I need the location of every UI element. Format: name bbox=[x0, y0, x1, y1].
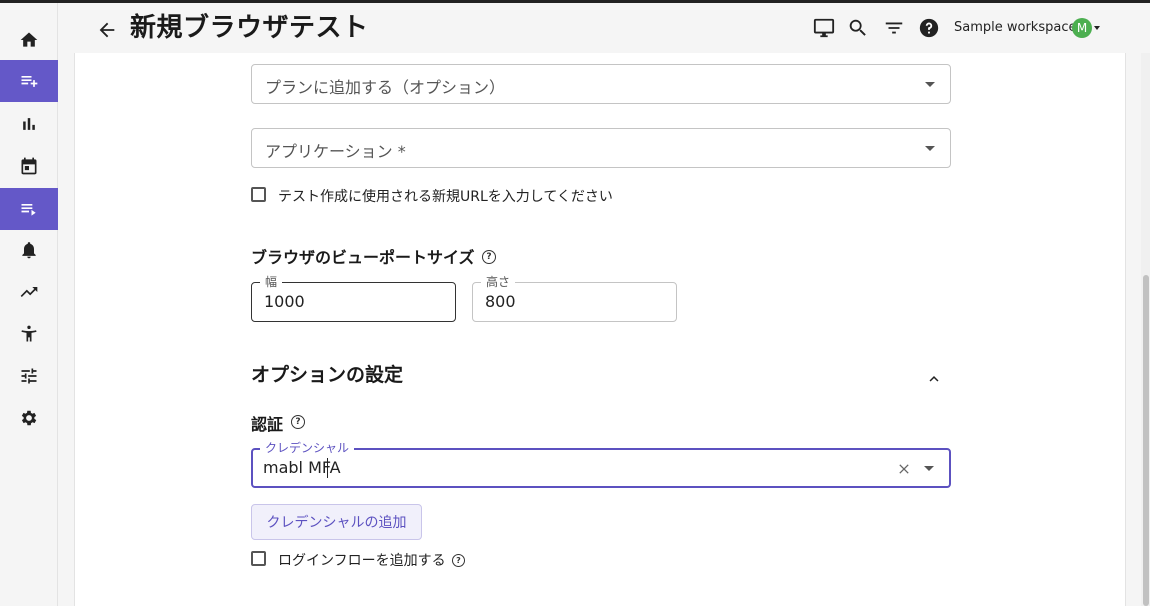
sidebar-item-accessibility[interactable] bbox=[0, 313, 58, 355]
sidebar-item-new-test[interactable] bbox=[0, 60, 58, 102]
width-value[interactable]: 1000 bbox=[264, 292, 305, 311]
help-icon[interactable]: ? bbox=[452, 554, 465, 567]
bar-chart-icon bbox=[23, 118, 35, 130]
calendar-icon bbox=[21, 157, 37, 175]
login-flow-checkbox-label: ログインフローを追加する bbox=[278, 553, 446, 569]
home-icon bbox=[20, 32, 38, 47]
help-icon[interactable]: ? bbox=[482, 250, 496, 264]
chevron-down-icon[interactable] bbox=[925, 82, 935, 87]
back-arrow-icon[interactable] bbox=[96, 19, 118, 41]
chevron-down-icon[interactable] bbox=[1094, 26, 1100, 30]
help-circle-icon[interactable] bbox=[918, 17, 940, 39]
avatar[interactable]: M bbox=[1072, 18, 1092, 38]
clear-icon[interactable] bbox=[896, 461, 912, 477]
chevron-down-icon[interactable] bbox=[924, 466, 934, 471]
page-title: 新規ブラウザテスト bbox=[130, 13, 369, 43]
new-url-checkbox[interactable] bbox=[251, 187, 266, 202]
plan-select[interactable]: プランに追加する（オプション） bbox=[251, 64, 951, 104]
top-border bbox=[0, 0, 1150, 3]
desktop-icon[interactable] bbox=[813, 17, 835, 39]
bell-icon bbox=[22, 242, 36, 259]
login-flow-checkbox[interactable] bbox=[251, 551, 266, 566]
playlist-play-icon bbox=[21, 204, 36, 216]
search-icon[interactable] bbox=[847, 17, 869, 39]
height-value[interactable]: 800 bbox=[485, 292, 516, 311]
form-card: プランに追加する（オプション） アプリケーション * テスト作成に使用される新規… bbox=[74, 53, 1126, 606]
sidebar-item-dashboard[interactable] bbox=[0, 103, 58, 145]
scrollbar-thumb[interactable] bbox=[1143, 275, 1149, 606]
height-label: 高さ bbox=[481, 274, 516, 290]
width-field[interactable]: 幅 1000 bbox=[251, 274, 456, 322]
chevron-up-icon[interactable] bbox=[925, 370, 943, 388]
plan-select-placeholder: プランに追加する（オプション） bbox=[265, 78, 506, 97]
height-field[interactable]: 高さ 800 bbox=[472, 274, 677, 322]
application-select-placeholder: アプリケーション * bbox=[265, 142, 406, 161]
filter-icon[interactable] bbox=[883, 17, 905, 39]
sidebar-item-insights[interactable] bbox=[0, 271, 58, 313]
playlist-add-icon bbox=[21, 76, 38, 87]
sidebar-nav bbox=[0, 3, 58, 606]
add-credential-button[interactable]: クレデンシャルの追加 bbox=[251, 504, 422, 540]
width-label: 幅 bbox=[260, 274, 283, 290]
credential-label: クレデンシャル bbox=[260, 440, 355, 456]
text-cursor bbox=[327, 458, 328, 478]
sidebar-item-configuration[interactable] bbox=[0, 355, 58, 397]
auth-title: 認証 bbox=[251, 415, 284, 434]
new-url-checkbox-label: テスト作成に使用される新規URLを入力してください bbox=[278, 189, 613, 205]
sidebar-item-home[interactable] bbox=[0, 19, 58, 61]
gear-icon bbox=[21, 410, 37, 426]
trending-up-icon bbox=[20, 287, 38, 297]
credential-value[interactable]: mabl MFA bbox=[263, 458, 341, 477]
help-icon[interactable]: ? bbox=[291, 415, 305, 429]
tune-icon bbox=[21, 368, 37, 384]
accessibility-icon bbox=[21, 325, 37, 342]
chevron-down-icon[interactable] bbox=[925, 146, 935, 151]
sidebar-item-settings[interactable] bbox=[0, 397, 58, 439]
sidebar-item-notifications[interactable] bbox=[0, 229, 58, 271]
viewport-title: ブラウザのビューポートサイズ bbox=[251, 248, 475, 267]
sidebar-item-schedule[interactable] bbox=[0, 145, 58, 187]
credential-select[interactable]: クレデンシャル mabl MFA bbox=[251, 440, 951, 488]
application-select[interactable]: アプリケーション * bbox=[251, 128, 951, 168]
workspace-selector[interactable]: Sample workspace bbox=[954, 20, 1076, 35]
options-title: オプションの設定 bbox=[251, 364, 404, 386]
sidebar-item-tests[interactable] bbox=[0, 188, 58, 230]
page-header: 新規ブラウザテスト Sample workspace M bbox=[58, 3, 1150, 53]
